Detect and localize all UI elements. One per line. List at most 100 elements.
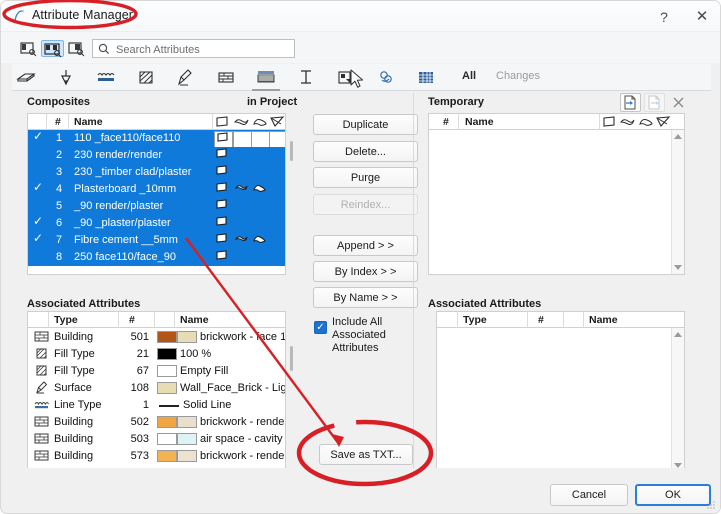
composite-row[interactable]: 5 _90 render/plaster <box>28 198 285 215</box>
search-input[interactable] <box>114 40 294 59</box>
row-surface-glyph[interactable] <box>251 233 268 248</box>
ok-button[interactable]: OK <box>635 484 711 506</box>
save-as-txt-button[interactable]: Save as TXT... <box>319 444 413 465</box>
composite-row[interactable]: 8 250 face110/face_90 <box>28 249 285 266</box>
composite-row[interactable]: ✓ 1 110 _face110/face110 <box>28 129 285 148</box>
delete-button[interactable]: Delete... <box>313 141 418 162</box>
list-view-mode-icon[interactable] <box>17 40 40 57</box>
row-empty-glyph[interactable] <box>233 131 252 148</box>
attribute-row[interactable]: Building 502 brickwork - rendered (10/559) <box>28 414 285 431</box>
attribute-row[interactable]: Surface 108 Wall_Face_Brick - Light 1 <box>28 380 285 397</box>
row-empty-glyph[interactable] <box>269 233 285 248</box>
fill-type-icon <box>33 347 49 361</box>
row-empty-glyph[interactable] <box>251 148 268 163</box>
row-polygon-glyph[interactable] <box>214 182 231 197</box>
temporary-list[interactable]: # Name <box>428 113 685 275</box>
tab-changes[interactable]: Changes <box>496 70 540 82</box>
byindex-button[interactable]: By Index > > <box>313 261 418 282</box>
left-associated-attributes-list[interactable]: Type # Name Building 501 brickwork - face … <box>27 311 286 473</box>
row-empty-glyph[interactable] <box>269 216 285 231</box>
open-file-icon[interactable] <box>620 93 641 112</box>
row-fill-glyph[interactable] <box>233 233 250 248</box>
row-empty-glyph[interactable] <box>251 165 268 180</box>
close-button[interactable]: ✕ <box>689 5 715 29</box>
pen-tab-icon[interactable] <box>52 67 80 89</box>
row-empty-glyph[interactable] <box>233 250 250 265</box>
row-empty-glyph[interactable] <box>251 216 268 231</box>
temporary-scrollbar[interactable] <box>671 130 684 274</box>
line-type-tab-icon[interactable] <box>92 67 120 89</box>
right-assoc-scrollbar[interactable] <box>671 328 684 472</box>
row-empty-glyph[interactable] <box>269 165 285 180</box>
row-empty-glyph[interactable] <box>269 199 285 214</box>
zone-category-tab-icon[interactable] <box>332 67 360 89</box>
operation-profile-tab-icon[interactable] <box>412 67 440 89</box>
scroll-up-arrow-icon[interactable] <box>674 332 682 337</box>
fill-type-tab-icon[interactable] <box>132 67 160 89</box>
row-checkmark-icon[interactable]: ✓ <box>33 180 45 194</box>
left-assoc-scroll-thumb[interactable] <box>290 346 293 371</box>
byname-button[interactable]: By Name > > <box>313 287 418 308</box>
composite-row[interactable]: ✓ 7 Fibre cement __5mm <box>28 231 285 249</box>
cancel-button[interactable]: Cancel <box>550 484 628 506</box>
attribute-row[interactable]: Line Type 1 Solid Line <box>28 397 285 414</box>
row-polygon-glyph[interactable] <box>214 148 231 163</box>
help-button[interactable]: ? <box>651 5 677 29</box>
row-checkmark-icon[interactable]: ✓ <box>33 214 45 228</box>
row-polygon-glyph[interactable] <box>214 131 233 148</box>
row-surface-glyph[interactable] <box>251 182 268 197</box>
scroll-up-arrow-icon[interactable] <box>674 134 682 139</box>
row-empty-glyph[interactable] <box>269 131 285 148</box>
row-empty-glyph[interactable] <box>233 216 250 231</box>
surface-tab-icon[interactable] <box>172 67 200 89</box>
include-all-associated-checkbox[interactable]: ✓ <box>314 321 327 334</box>
scroll-down-arrow-icon[interactable] <box>674 265 682 270</box>
detail-view-mode-icon[interactable] <box>65 40 88 57</box>
split-view-mode-icon[interactable] <box>41 40 64 58</box>
attribute-row[interactable]: Fill Type 21 100 % <box>28 346 285 363</box>
close-file-icon[interactable] <box>668 93 689 112</box>
row-polygon-glyph[interactable] <box>214 250 231 265</box>
row-empty-glyph[interactable] <box>233 165 250 180</box>
profile-tab-icon[interactable] <box>292 67 320 89</box>
row-polygon-glyph[interactable] <box>214 216 231 231</box>
row-fill-glyph[interactable] <box>233 182 250 197</box>
attribute-row[interactable]: Building 503 air space - cavity - _0% <box>28 431 285 448</box>
composite-row[interactable]: ✓ 6 _90 _plaster/plaster <box>28 214 285 232</box>
composite-row[interactable]: 3 230 _timber clad/plaster <box>28 164 285 181</box>
save-file-icon[interactable] <box>644 93 665 112</box>
right-associated-attributes-list[interactable]: Type # Name <box>436 311 685 473</box>
composite-structure-tab-icon[interactable] <box>252 67 280 91</box>
composites-list[interactable]: # Name ✓ 1 110 _face110/face110 2 230 render… <box>27 113 286 275</box>
composite-row[interactable]: ✓ 4 Plasterboard _10mm <box>28 180 285 198</box>
row-empty-glyph[interactable] <box>251 131 270 148</box>
purge-button[interactable]: Purge <box>313 167 418 188</box>
tab-all[interactable]: All <box>462 70 476 82</box>
row-empty-glyph[interactable] <box>269 148 285 163</box>
duplicate-button[interactable]: Duplicate <box>313 114 418 135</box>
composite-tab-icon[interactable] <box>12 67 40 89</box>
building-material-tab-icon[interactable] <box>212 67 240 89</box>
search-box[interactable] <box>92 39 295 59</box>
row-checkmark-icon[interactable]: ✓ <box>33 231 45 245</box>
row-checkmark-icon[interactable]: ✓ <box>33 129 45 143</box>
attribute-swatch-primary <box>157 416 177 428</box>
attribute-type: Surface <box>54 382 92 394</box>
resize-grip-icon[interactable] <box>706 500 716 510</box>
append-button[interactable]: Append > > <box>313 235 418 256</box>
attribute-row[interactable]: Fill Type 67 Empty Fill <box>28 363 285 380</box>
composite-row[interactable]: 2 230 render/render <box>28 147 285 164</box>
row-empty-glyph[interactable] <box>269 182 285 197</box>
row-empty-glyph[interactable] <box>233 199 250 214</box>
row-empty-glyph[interactable] <box>251 250 268 265</box>
attribute-row[interactable]: Building 501 brickwork - face 110mm (12/..… <box>28 329 285 346</box>
mep-system-tab-icon[interactable] <box>372 67 400 89</box>
attribute-row[interactable]: Building 573 brickwork - rendered (04/187) <box>28 448 285 465</box>
row-empty-glyph[interactable] <box>269 250 285 265</box>
row-empty-glyph[interactable] <box>251 199 268 214</box>
row-polygon-glyph[interactable] <box>214 233 231 248</box>
composites-scroll-thumb[interactable] <box>290 141 293 161</box>
row-empty-glyph[interactable] <box>233 148 250 163</box>
row-polygon-glyph[interactable] <box>214 165 231 180</box>
row-polygon-glyph[interactable] <box>214 199 231 214</box>
